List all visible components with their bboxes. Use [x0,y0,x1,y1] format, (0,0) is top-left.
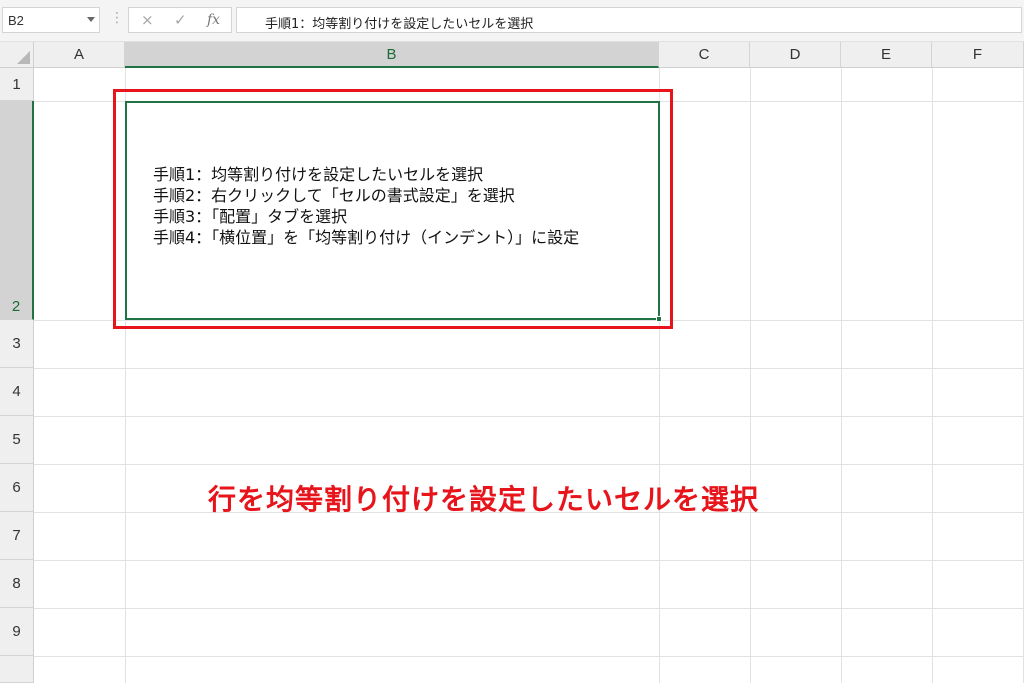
row-header-7[interactable]: 7 [0,512,34,560]
gridline [34,608,1024,609]
formula-bar: B2 ⋮ × ✓ fx 手順1：均等割り付けを設定したいセルを選択 [0,0,1024,42]
column-header-d[interactable]: D [750,42,841,68]
column-header-c[interactable]: C [659,42,750,68]
select-all-button[interactable] [0,42,34,68]
column-header-f[interactable]: F [932,42,1024,68]
gridline [34,656,1024,657]
row-header-8[interactable]: 8 [0,560,34,608]
more-options-icon[interactable]: ⋮ [110,11,124,25]
column-header-a[interactable]: A [34,42,125,68]
name-box-value: B2 [8,13,24,28]
gridline [34,464,1024,465]
cancel-icon[interactable]: × [141,11,154,29]
row-header-3[interactable]: 3 [0,320,34,368]
row-header-2[interactable]: 2 [0,101,34,320]
highlight-box [113,89,673,329]
enter-icon[interactable]: ✓ [174,11,187,29]
gridline [750,68,751,683]
spreadsheet-grid[interactable]: A B C D E F 1 2 3 4 5 6 7 8 9 手順1：均等割り付け… [0,42,1024,683]
row-header-10[interactable] [0,656,34,683]
column-header-e[interactable]: E [841,42,932,68]
chevron-down-icon[interactable] [87,17,95,22]
gridline [34,368,1024,369]
name-box[interactable]: B2 [2,7,100,33]
row-header-6[interactable]: 6 [0,464,34,512]
insert-function-icon[interactable]: fx [207,11,220,29]
row-header-4[interactable]: 4 [0,368,34,416]
gridline [34,416,1024,417]
formula-bar-buttons: × ✓ fx [128,7,232,33]
row-header-9[interactable]: 9 [0,608,34,656]
row-header-5[interactable]: 5 [0,416,34,464]
select-all-icon [17,51,30,64]
gridline [841,68,842,683]
gridline [932,68,933,683]
formula-input[interactable]: 手順1：均等割り付けを設定したいセルを選択 [236,7,1022,33]
row-header-1[interactable]: 1 [0,68,34,101]
column-header-b[interactable]: B [125,42,659,68]
annotation-text: 行を均等割り付けを設定したいセルを選択 [208,483,760,516]
gridline [34,560,1024,561]
